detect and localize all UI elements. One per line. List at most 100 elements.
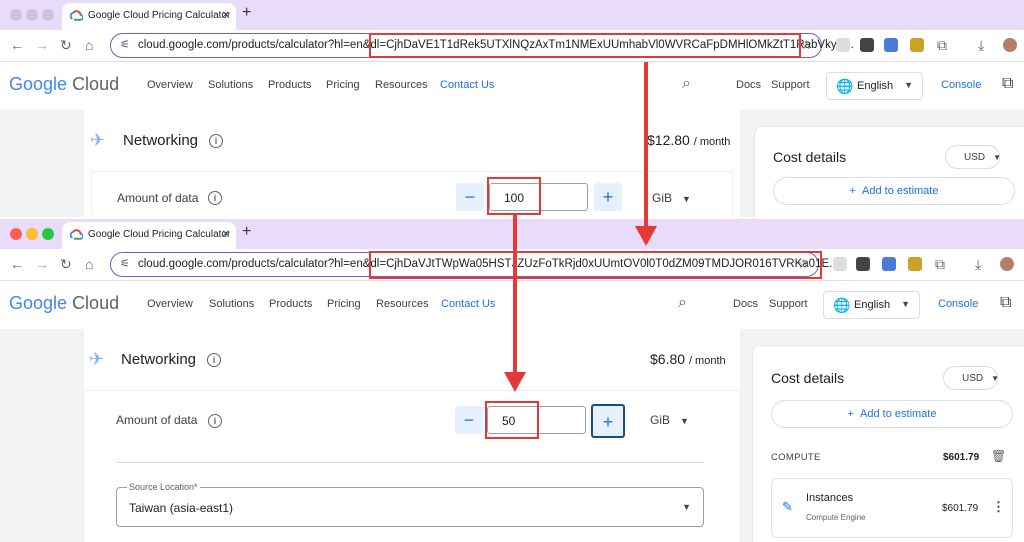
browser-tab[interactable]: Google Cloud Pricing Calculator ✕ — [62, 222, 236, 249]
gcp-header: Google Cloud Overview Solutions Products… — [0, 62, 1024, 110]
window-close-dot[interactable] — [10, 9, 22, 21]
site-settings-icon[interactable]: ⚟ — [120, 38, 130, 51]
nav-pricing[interactable]: Pricing — [326, 79, 360, 91]
site-settings-icon[interactable]: ⚟ — [120, 257, 130, 270]
translate-icon[interactable] — [882, 257, 896, 271]
download-icon[interactable]: ⤓ — [975, 256, 981, 273]
increment-button[interactable]: + — [594, 183, 622, 211]
back-icon[interactable]: ← — [10, 256, 24, 272]
support-link[interactable]: Support — [769, 298, 808, 310]
nav-contact-us[interactable]: Contact Us — [441, 298, 495, 310]
docs-link[interactable]: Docs — [736, 79, 761, 91]
source-location-select[interactable]: Source Location* Taiwan (asia-east1) ▼ — [116, 482, 704, 527]
nav-products[interactable]: Products — [268, 79, 311, 91]
nav-contact-us[interactable]: Contact Us — [440, 79, 494, 91]
google-cloud-logo[interactable]: Google Cloud — [9, 74, 119, 95]
amount-input-highlight — [485, 401, 539, 439]
currency-select[interactable]: USD ▼ — [943, 366, 999, 390]
home-icon[interactable]: ⌂ — [85, 256, 93, 272]
nav-solutions[interactable]: Solutions — [209, 298, 254, 310]
google-cloud-logo[interactable]: Google Cloud — [9, 293, 119, 314]
avatar[interactable] — [1003, 38, 1017, 52]
new-tab-icon[interactable]: + — [242, 4, 251, 22]
window-close-dot[interactable] — [10, 228, 22, 240]
chevron-down-icon: ▼ — [682, 502, 691, 512]
nav-overview[interactable]: Overview — [147, 79, 193, 91]
browser-tab-bar: Google Cloud Pricing Calculator ✕ + — [0, 219, 1024, 249]
avatar[interactable] — [1000, 257, 1014, 271]
forward-icon[interactable]: → — [35, 256, 49, 272]
window-maximize-dot[interactable] — [42, 228, 54, 240]
section-title: Networking — [123, 132, 199, 149]
unit-select[interactable]: GiB ▼ — [652, 191, 691, 205]
reload-icon[interactable]: ↻ — [60, 37, 72, 54]
compute-section-label: COMPUTE — [771, 452, 821, 463]
url-token-highlight — [369, 33, 801, 58]
globe-icon: 🌐 — [836, 78, 854, 94]
support-link[interactable]: Support — [771, 79, 810, 91]
bookmark-star-icon[interactable]: ☆ — [800, 37, 812, 53]
forward-icon[interactable]: → — [35, 37, 49, 53]
nav-resources[interactable]: Resources — [376, 298, 429, 310]
cost-details-title: Cost details — [771, 370, 845, 386]
annotation-arrowhead-url — [635, 226, 657, 246]
window-minimize-dot[interactable] — [26, 228, 38, 240]
open-panel-icon[interactable]: ⧉ — [1002, 75, 1013, 93]
networking-icon: ✈ — [89, 349, 105, 369]
nav-overview[interactable]: Overview — [147, 298, 193, 310]
close-tab-icon[interactable]: ✕ — [222, 10, 230, 21]
browser-tab[interactable]: Google Cloud Pricing Calculator ✕ — [62, 3, 236, 30]
extension-icon[interactable] — [910, 38, 924, 52]
language-select[interactable]: 🌐 English ▼ — [823, 291, 920, 319]
open-panel-icon[interactable]: ⧉ — [1000, 294, 1011, 312]
delete-icon[interactable]: 🗑 — [991, 449, 1006, 463]
close-tab-icon[interactable]: ✕ — [222, 229, 230, 240]
extension-icon[interactable] — [833, 257, 847, 271]
unit-select[interactable]: GiB ▼ — [650, 413, 689, 427]
reload-icon[interactable]: ↻ — [60, 256, 72, 273]
cost-details-panel: Cost details USD ▼ + Add to estimate — [754, 126, 1024, 217]
decrement-button[interactable]: − — [455, 406, 483, 434]
window-maximize-dot[interactable] — [42, 9, 54, 21]
gcp-header: Google Cloud Overview Solutions Products… — [0, 281, 1024, 329]
home-icon[interactable]: ⌂ — [85, 37, 93, 53]
window-minimize-dot[interactable] — [26, 9, 38, 21]
networking-icon: ✈ — [90, 130, 106, 150]
docs-link[interactable]: Docs — [733, 298, 758, 310]
console-link[interactable]: Console — [938, 298, 978, 310]
compute-total: $601.79 — [943, 452, 980, 463]
info-icon[interactable]: i — [209, 134, 223, 148]
extension-icon[interactable] — [908, 257, 922, 271]
console-link[interactable]: Console — [941, 79, 981, 91]
nav-resources[interactable]: Resources — [375, 79, 428, 91]
search-icon[interactable]: ⌕ — [682, 75, 691, 93]
currency-select[interactable]: USD ▼ — [945, 145, 1001, 169]
info-icon[interactable]: i — [208, 191, 222, 205]
nav-products[interactable]: Products — [269, 298, 312, 310]
search-icon[interactable]: ⌕ — [678, 294, 687, 312]
instances-item-card[interactable]: ✎ Instances Compute Engine $601.79 ⋮ — [771, 478, 1013, 538]
extension-icon[interactable] — [836, 38, 850, 52]
info-icon[interactable]: i — [207, 353, 221, 367]
more-options-icon[interactable]: ⋮ — [992, 499, 1005, 515]
add-to-estimate-button[interactable]: + Add to estimate — [771, 400, 1013, 428]
extensions-puzzle-icon[interactable]: ⧉ — [935, 256, 945, 273]
extensions-puzzle-icon[interactable]: ⧉ — [937, 37, 947, 54]
info-icon[interactable]: i — [208, 414, 222, 428]
language-select[interactable]: 🌐 English ▼ — [826, 72, 923, 100]
nav-solutions[interactable]: Solutions — [208, 79, 253, 91]
browser-nav-bar: ← → ↻ ⌂ ⚟ cloud.google.com/products/calc… — [0, 249, 1024, 281]
decrement-button[interactable]: − — [456, 183, 484, 211]
translate-icon[interactable] — [884, 38, 898, 52]
cost-details-panel: Cost details USD ▼ + Add to estimate COMP… — [752, 345, 1024, 542]
extension-icon[interactable] — [856, 257, 870, 271]
section-price: $6.80 / month — [650, 351, 726, 367]
extension-icon[interactable] — [860, 38, 874, 52]
add-to-estimate-button[interactable]: + Add to estimate — [773, 177, 1015, 205]
increment-button[interactable]: + — [591, 404, 625, 438]
new-tab-icon[interactable]: + — [242, 223, 251, 241]
back-icon[interactable]: ← — [10, 37, 24, 53]
edit-icon[interactable]: ✎ — [782, 499, 793, 515]
download-icon[interactable]: ⤓ — [978, 37, 984, 54]
nav-pricing[interactable]: Pricing — [327, 298, 361, 310]
